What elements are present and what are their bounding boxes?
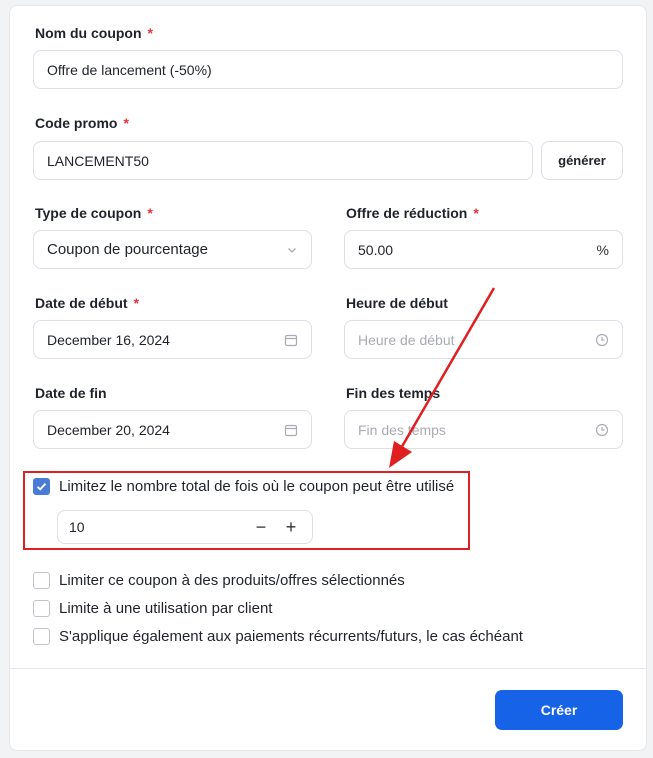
calendar-icon — [284, 333, 298, 347]
coupon-type-value: Coupon de pourcentage — [47, 241, 208, 258]
clock-icon — [595, 333, 609, 347]
start-time-label: Heure de début — [346, 295, 448, 311]
end-time-label: Fin des temps — [346, 385, 441, 401]
coupon-name-value: Offre de lancement (-50%) — [47, 61, 212, 78]
option-label-selected-products: Limiter ce coupon à des produits/offres … — [59, 572, 405, 589]
chevron-down-icon — [286, 244, 298, 256]
promo-code-input[interactable]: LANCEMENT50 — [33, 141, 533, 180]
option-label-one-per-client: Limite à une utilisation par client — [59, 600, 273, 617]
end-time-placeholder: Fin des temps — [358, 421, 446, 438]
end-date-input[interactable]: December 20, 2024 — [33, 410, 312, 449]
coupon-name-input[interactable]: Offre de lancement (-50%) — [33, 50, 623, 89]
coupon-type-label: Type de coupon * — [35, 205, 153, 221]
end-time-input[interactable]: Fin des temps — [344, 410, 623, 449]
coupon-type-select[interactable]: Coupon de pourcentage — [33, 230, 312, 269]
discount-value: 50.00 — [358, 241, 394, 258]
clock-icon — [595, 423, 609, 437]
promo-code-label: Code promo * — [35, 115, 129, 131]
promo-code-value: LANCEMENT50 — [47, 152, 149, 169]
start-date-value: December 16, 2024 — [47, 331, 170, 348]
coupon-name-label: Nom du coupon * — [35, 25, 153, 41]
start-time-input[interactable]: Heure de début — [344, 320, 623, 359]
annotation-highlight-box — [23, 471, 470, 550]
percent-suffix: % — [596, 241, 609, 258]
generate-code-button[interactable]: générer — [541, 141, 623, 180]
start-date-label: Date de début * — [35, 295, 140, 311]
discount-label: Offre de réduction * — [346, 205, 479, 221]
start-time-placeholder: Heure de début — [358, 331, 455, 348]
option-checkbox-selected-products[interactable] — [33, 572, 50, 589]
end-date-value: December 20, 2024 — [47, 421, 170, 438]
start-date-input[interactable]: December 16, 2024 — [33, 320, 312, 359]
option-checkbox-recurring[interactable] — [33, 628, 50, 645]
option-label-recurring: S'applique également aux paiements récur… — [59, 628, 523, 645]
discount-input[interactable]: 50.00 % — [344, 230, 623, 269]
option-checkbox-one-per-client[interactable] — [33, 600, 50, 617]
create-button[interactable]: Créer — [495, 690, 623, 730]
footer-divider — [10, 668, 646, 669]
calendar-icon — [284, 423, 298, 437]
end-date-label: Date de fin — [35, 385, 107, 401]
